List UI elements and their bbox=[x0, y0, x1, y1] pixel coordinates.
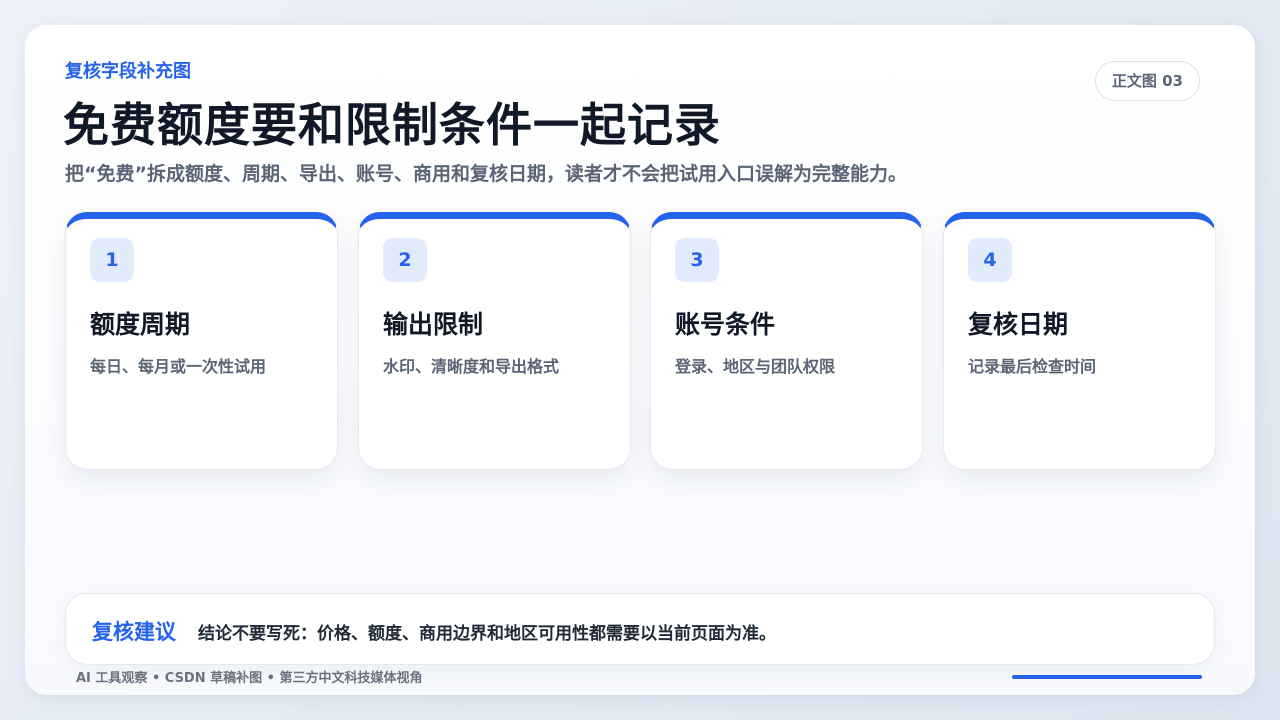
slide-canvas: 复核字段补充图 正文图 03 免费额度要和限制条件一起记录 把“免费”拆成额度、… bbox=[25, 25, 1255, 695]
page-title: 免费额度要和限制条件一起记录 bbox=[63, 98, 721, 152]
card-account-conditions: 3 账号条件 登录、地区与团队权限 bbox=[650, 212, 923, 470]
card-output-limits: 2 输出限制 水印、清晰度和导出格式 bbox=[358, 212, 631, 470]
card-review-date: 4 复核日期 记录最后检查时间 bbox=[943, 212, 1216, 470]
page-tag-badge: 正文图 03 bbox=[1094, 61, 1200, 101]
card-title: 复核日期 bbox=[968, 310, 1069, 339]
card-number-badge: 4 bbox=[968, 238, 1012, 282]
card-description: 水印、清晰度和导出格式 bbox=[383, 357, 560, 376]
card-description: 每日、每月或一次性试用 bbox=[90, 357, 267, 376]
review-note-text: 结论不要写死：价格、额度、商用边界和地区可用性都需要以当前页面为准。 bbox=[198, 624, 776, 644]
review-note-panel: 复核建议 结论不要写死：价格、额度、商用边界和地区可用性都需要以当前页面为准。 bbox=[65, 593, 1215, 665]
card-title: 账号条件 bbox=[675, 310, 776, 339]
card-title: 额度周期 bbox=[90, 310, 191, 339]
card-description: 登录、地区与团队权限 bbox=[675, 357, 836, 376]
card-quota-period: 1 额度周期 每日、每月或一次性试用 bbox=[65, 212, 338, 470]
footer-accent-bar bbox=[1012, 675, 1202, 679]
section-kicker: 复核字段补充图 bbox=[65, 61, 191, 82]
card-number-badge: 2 bbox=[383, 238, 427, 282]
page-subtitle: 把“免费”拆成额度、周期、导出、账号、商用和复核日期，读者才不会把试用入口误解为… bbox=[65, 163, 907, 185]
card-title: 输出限制 bbox=[383, 310, 484, 339]
footer-credit: AI 工具观察 • CSDN 草稿补图 • 第三方中文科技媒体视角 bbox=[76, 671, 423, 686]
card-number-badge: 1 bbox=[90, 238, 134, 282]
card-description: 记录最后检查时间 bbox=[968, 357, 1097, 376]
review-note-label: 复核建议 bbox=[92, 620, 176, 644]
card-number-badge: 3 bbox=[675, 238, 719, 282]
card-grid: 1 额度周期 每日、每月或一次性试用 2 输出限制 水印、清晰度和导出格式 3 … bbox=[65, 212, 1216, 470]
